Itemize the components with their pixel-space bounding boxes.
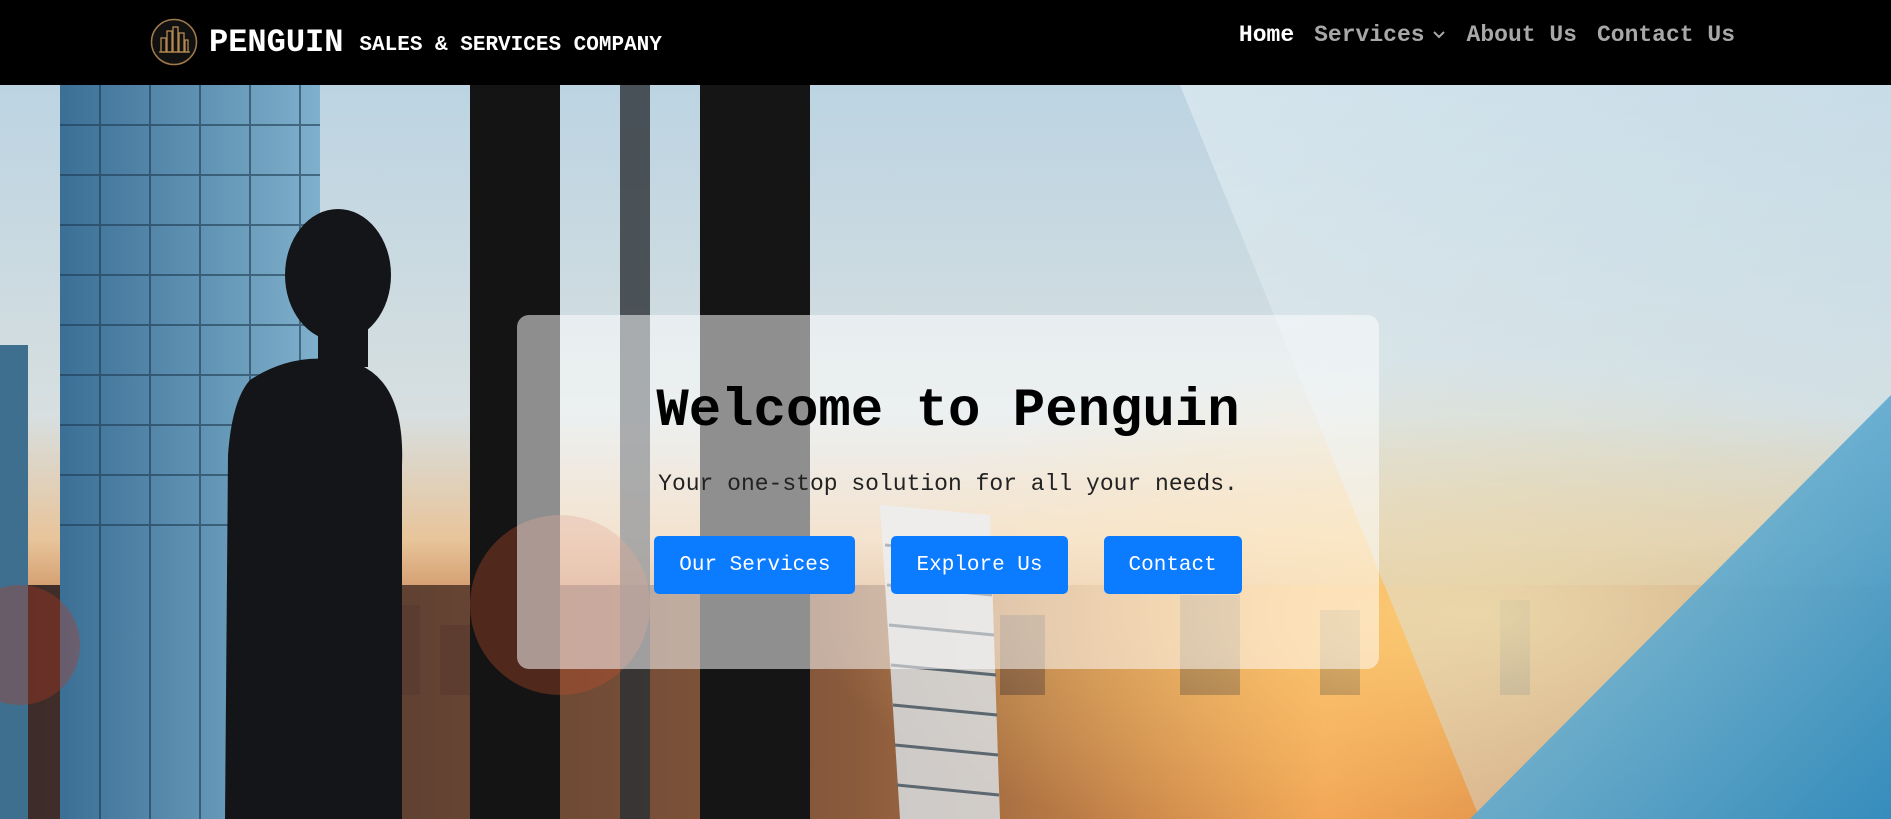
explore-us-button[interactable]: Explore Us <box>891 536 1068 594</box>
hero-subtitle: Your one-stop solution for all your need… <box>658 471 1238 497</box>
nav-services[interactable]: Services <box>1314 22 1446 48</box>
chevron-down-icon <box>1432 31 1445 39</box>
hero-buttons: Our Services Explore Us Contact <box>517 536 1379 594</box>
nav-about-us[interactable]: About Us <box>1467 22 1577 48</box>
brand-tagline: SALES & SERVICES COMPANY <box>359 33 662 57</box>
nav-home[interactable]: Home <box>1239 22 1294 48</box>
main-nav: Home Services About Us Contact Us <box>1239 22 1735 48</box>
our-services-button[interactable]: Our Services <box>654 536 856 594</box>
nav-contact-us[interactable]: Contact Us <box>1597 22 1735 48</box>
navbar: PENGUIN SALES & SERVICES COMPANY Home Se… <box>0 0 1891 85</box>
hero-title: Welcome to Penguin <box>656 381 1240 442</box>
brand[interactable]: PENGUIN SALES & SERVICES COMPANY <box>150 17 662 67</box>
page: PENGUIN SALES & SERVICES COMPANY Home Se… <box>0 0 1891 819</box>
nav-services-label: Services <box>1314 22 1425 48</box>
welcome-card: Welcome to Penguin Your one-stop solutio… <box>517 315 1379 669</box>
brand-name: PENGUIN <box>209 23 344 61</box>
contact-button[interactable]: Contact <box>1103 536 1242 594</box>
city-skyline-logo-icon <box>150 18 198 66</box>
hero-section: Welcome to Penguin Your one-stop solutio… <box>0 85 1891 819</box>
